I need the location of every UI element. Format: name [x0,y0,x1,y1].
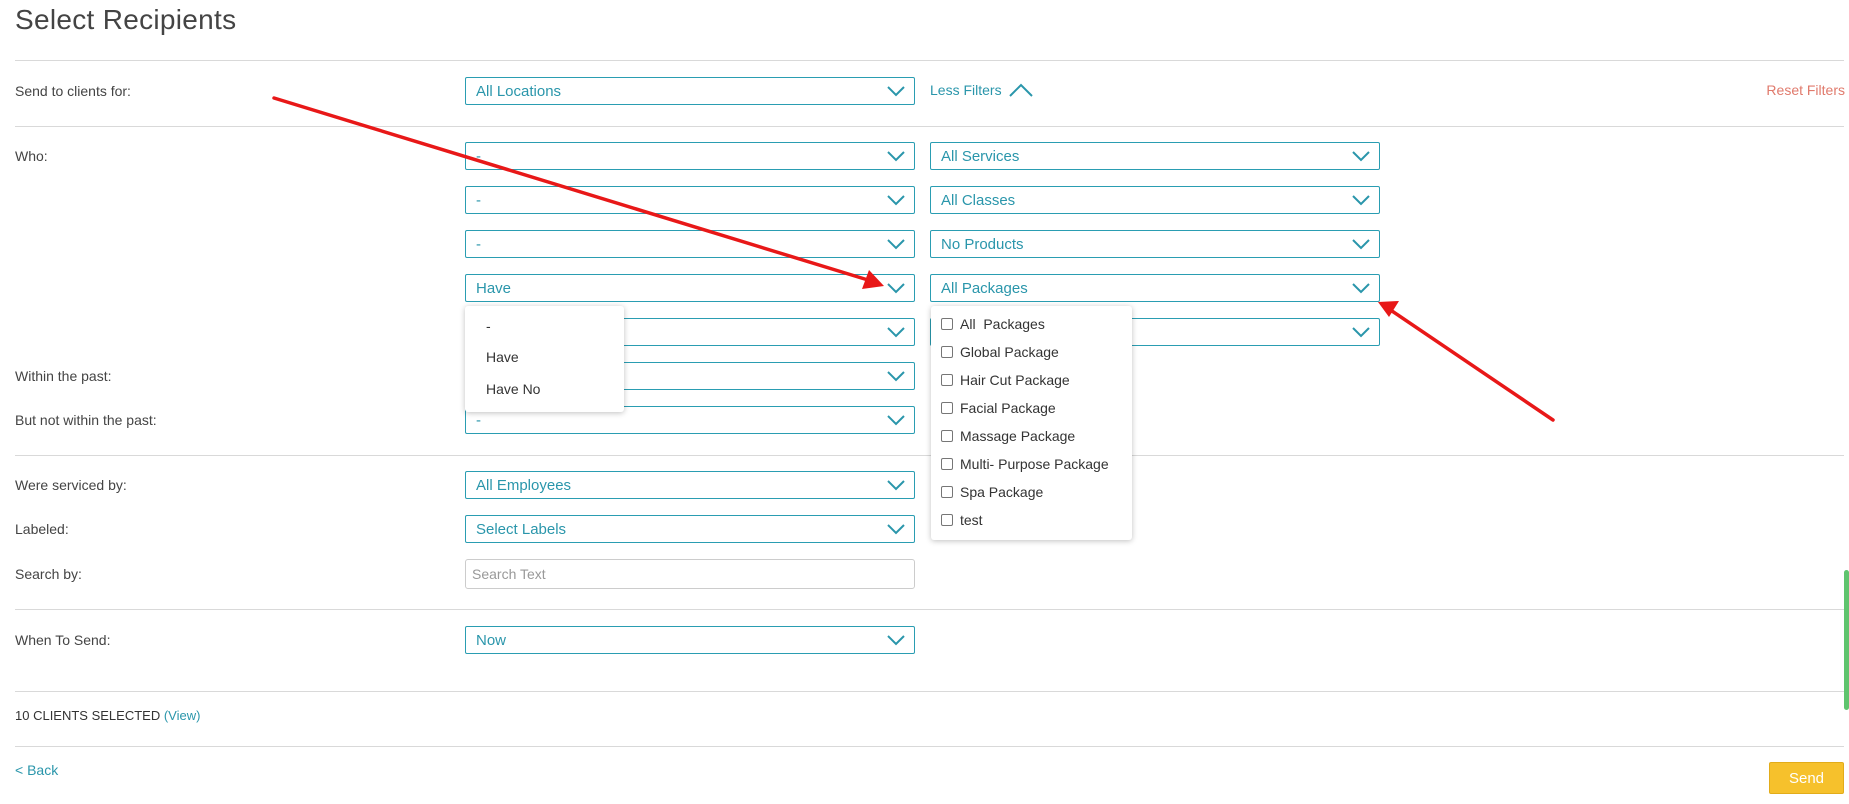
who-select-1[interactable]: - [465,142,915,170]
annotation-arrows [272,96,1555,422]
package-option-label: All Packages [960,316,1045,332]
divider [15,126,1844,127]
have-option[interactable]: Have [486,349,519,365]
send-button[interactable]: Send [1769,762,1844,794]
classes-select-value: All Classes [941,192,1016,209]
checkbox[interactable] [941,402,953,414]
view-clients-link[interactable]: (View) [164,708,201,723]
packages-select[interactable]: All Packages [930,274,1380,302]
chevron-down-icon [887,327,905,338]
chevron-down-icon [887,480,905,491]
chevron-down-icon [887,239,905,250]
package-option-label: Hair Cut Package [960,372,1070,388]
packages-dropdown-menu: All Packages Global Package Hair Cut Pac… [931,306,1132,540]
page-title: Select Recipients [15,4,237,35]
clients-selected-count: 10 CLIENTS SELECTED [15,708,161,723]
search-input[interactable] [465,559,915,589]
search-by-label: Search by: [15,566,82,582]
send-to-label: Send to clients for: [15,83,131,99]
packages-select-value: All Packages [941,280,1028,297]
divider [15,609,1844,610]
less-filters-link[interactable]: Less Filters [930,82,1033,98]
checkbox[interactable] [941,318,953,330]
chevron-down-icon [1352,283,1370,294]
chevron-down-icon [887,635,905,646]
who-select-2[interactable]: - [465,186,915,214]
who-label: Who: [15,148,48,164]
locations-select-value: All Locations [476,83,562,100]
chevron-down-icon [887,283,905,294]
divider [15,691,1844,692]
checkbox[interactable] [941,458,953,470]
who-select-1-value: - [476,148,481,165]
divider [15,746,1844,747]
not-within-past-select-value: - [476,412,481,429]
chevron-down-icon [887,371,905,382]
package-option-label: test [960,512,983,528]
checkbox[interactable] [941,374,953,386]
have-option[interactable]: Have No [486,381,540,397]
checkbox[interactable] [941,346,953,358]
locations-select[interactable]: All Locations [465,77,915,105]
services-select-value: All Services [941,148,1020,165]
package-option-label: Facial Package [960,400,1056,416]
when-select-value: Now [476,632,507,649]
package-option-label: Massage Package [960,428,1076,444]
products-select[interactable]: No Products [930,230,1380,258]
chevron-down-icon [887,524,905,535]
chevron-down-icon [1352,151,1370,162]
chevron-up-icon [1009,83,1033,97]
products-select-value: No Products [941,236,1024,253]
annotation-arrow-right [1378,301,1555,422]
employees-select-value: All Employees [476,477,572,494]
scrollbar-thumb[interactable] [1844,570,1849,710]
labels-select-value: Select Labels [476,521,567,538]
chevron-down-icon [1352,195,1370,206]
who-select-2-value: - [476,192,481,209]
who-select-4-value: Have [476,280,512,297]
reset-filters-link[interactable]: Reset Filters [1766,82,1845,98]
have-dropdown-menu: - Have Have No [465,306,624,412]
who-select-3-value: - [476,236,481,253]
have-option[interactable]: - [486,318,491,334]
package-option-label: Multi- Purpose Package [960,456,1109,472]
chevron-down-icon [887,151,905,162]
checkbox[interactable] [941,430,953,442]
when-select[interactable]: Now [465,626,915,654]
chevron-down-icon [887,86,905,97]
labeled-label: Labeled: [15,521,69,537]
divider [15,60,1844,61]
labels-select[interactable]: Select Labels [465,515,915,543]
chevron-down-icon [1352,239,1370,250]
back-link[interactable]: < Back [15,762,58,778]
classes-select[interactable]: All Classes [930,186,1380,214]
less-filters-label: Less Filters [930,82,1002,98]
within-past-label: Within the past: [15,368,112,384]
divider [15,455,1844,456]
serviced-by-label: Were serviced by: [15,477,127,493]
who-select-3[interactable]: - [465,230,915,258]
when-to-send-label: When To Send: [15,632,111,648]
clients-selected: 10 CLIENTS SELECTED (View) [15,708,200,723]
checkbox[interactable] [941,514,953,526]
chevron-down-icon [1352,327,1370,338]
not-within-past-label: But not within the past: [15,412,157,428]
who-select-4[interactable]: Have [465,274,915,302]
package-option-label: Spa Package [960,484,1044,500]
chevron-down-icon [887,415,905,426]
chevron-down-icon [887,195,905,206]
package-option-label: Global Package [960,344,1059,360]
services-select[interactable]: All Services [930,142,1380,170]
checkbox[interactable] [941,486,953,498]
employees-select[interactable]: All Employees [465,471,915,499]
